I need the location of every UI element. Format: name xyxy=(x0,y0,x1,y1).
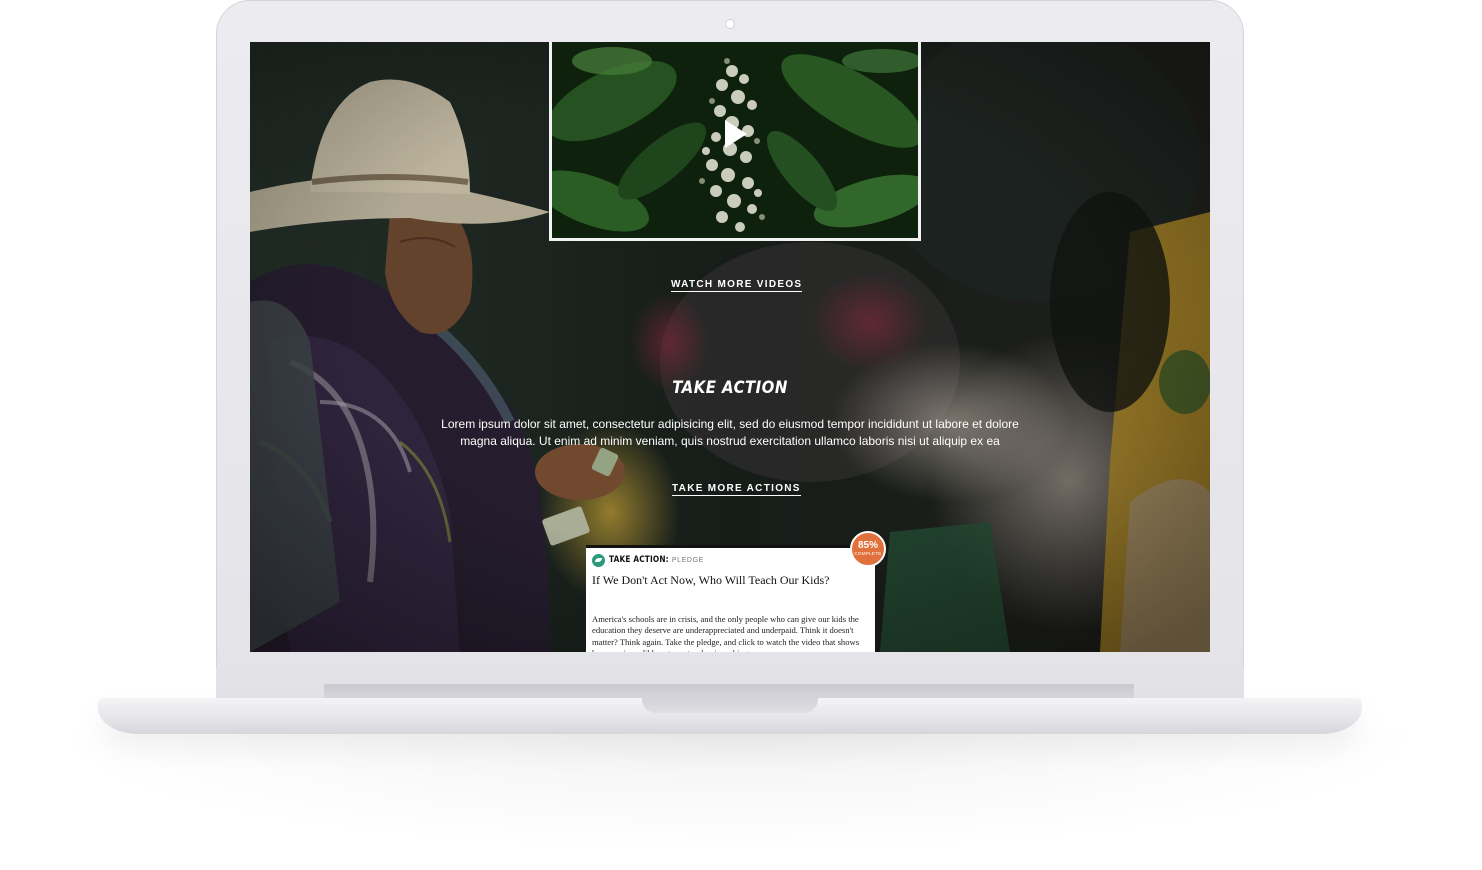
play-icon[interactable] xyxy=(725,120,747,148)
laptop-mockup: WATCH MORE VIDEOS TAKE ACTION Lorem ipsu… xyxy=(0,0,1482,870)
screen: WATCH MORE VIDEOS TAKE ACTION Lorem ipsu… xyxy=(250,42,1210,652)
action-card[interactable]: TAKE ACTION: PLEDGE If We Don't Act Now,… xyxy=(586,545,875,652)
card-action-label: TAKE ACTION: xyxy=(609,555,669,565)
card-title[interactable]: If We Don't Act Now, Who Will Teach Our … xyxy=(592,573,869,588)
progress-percent: 85% xyxy=(857,540,878,551)
card-header: TAKE ACTION: PLEDGE xyxy=(592,553,869,567)
take-action-heading: TAKE ACTION xyxy=(672,378,788,398)
take-action-description: Lorem ipsum dolor sit amet, consectetur … xyxy=(441,417,1019,448)
progress-label: COMPLETE xyxy=(854,551,882,556)
watch-more-videos-link[interactable]: WATCH MORE VIDEOS xyxy=(671,279,803,292)
laptop-shadow xyxy=(40,734,1440,854)
card-action-type: PLEDGE xyxy=(671,556,704,564)
leaf-icon xyxy=(592,553,605,567)
card-description: America's schools are in crisis, and the… xyxy=(592,614,860,652)
camera-dot xyxy=(725,19,735,29)
take-more-actions-link[interactable]: TAKE MORE ACTIONS xyxy=(672,483,801,496)
video-thumbnail[interactable] xyxy=(549,42,921,241)
progress-badge: 85% COMPLETE xyxy=(850,531,886,567)
laptop-notch xyxy=(642,698,818,713)
